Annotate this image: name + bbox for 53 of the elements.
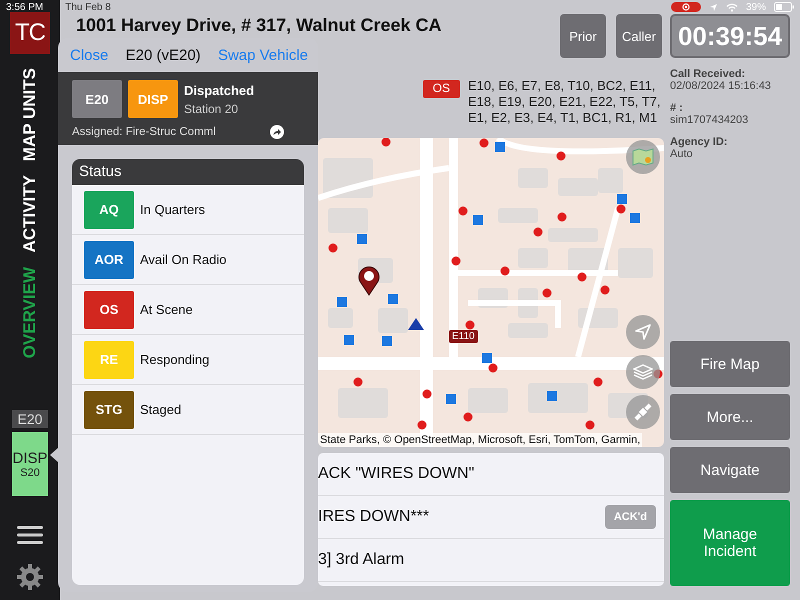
location-pin-icon — [358, 266, 380, 296]
settings-icon[interactable] — [17, 564, 43, 590]
action-button[interactable]: Fire Map — [670, 341, 790, 387]
assignment-text: Assigned: Fire-Struc Comml — [72, 126, 216, 138]
incident-address: 1001 Harvey Drive, # 317, Walnut Creek CA — [76, 15, 443, 35]
sidebar-tab[interactable]: MAP UNITS — [20, 68, 40, 162]
status-option[interactable]: AQ In Quarters — [72, 185, 304, 235]
action-button[interactable]: Manage Incident — [670, 500, 790, 586]
action-button[interactable]: More... — [670, 394, 790, 440]
status-card-title: Status — [72, 159, 304, 185]
status-code-tile: AQ — [84, 190, 134, 228]
status-code-tile: STG — [84, 390, 134, 428]
info-value: 02/08/2024 15:16:43 — [670, 80, 772, 92]
status-tile: DISP — [128, 80, 178, 118]
info-value: sim1707434203 — [670, 114, 750, 126]
status-date: Thu Feb 8 — [65, 2, 111, 12]
location-arrow-icon — [708, 2, 718, 12]
wifi-icon — [726, 2, 738, 12]
battery-icon — [774, 2, 794, 12]
status-option[interactable]: AOR Avail On Radio — [72, 235, 304, 285]
status-time: 3:56 PM — [6, 2, 44, 12]
status-code-tile: AOR — [84, 240, 134, 278]
status-option[interactable]: STG Staged — [72, 385, 304, 435]
unit-status-tile[interactable]: DISP S20 — [12, 432, 48, 496]
map-attribution: State Parks, © OpenStreetMap, Microsoft, Esri, TomTom, Garmin, — [318, 433, 642, 447]
message-text: ACK "WIRES DOWN" — [318, 465, 476, 483]
unit-marker[interactable]: E110 — [449, 330, 478, 343]
recording-indicator-icon — [670, 2, 701, 12]
status-code-tile: OS — [84, 290, 134, 328]
assigned-units-text: E10, E6, E7, E8, T10, BC2, E11, E18, E19, E20, E21, E22, T5, T7, E1, E2, E3, E4, T1, BC1, R1, M1 — [468, 78, 662, 124]
status-option[interactable]: OS At Scene — [72, 285, 304, 335]
status-badge: OS — [422, 80, 460, 98]
header-button[interactable]: Prior — [560, 14, 606, 58]
info-label: Agency ID: — [670, 136, 728, 148]
status-option[interactable]: RE Responding — [72, 335, 304, 385]
sidebar-tab[interactable]: ACTIVITY — [20, 175, 40, 253]
unit-tile: E20 — [72, 80, 122, 118]
popover-title: E20 (vE20) — [126, 46, 201, 64]
station-name: Station 20 — [184, 102, 240, 116]
app-logo: TC — [10, 12, 50, 54]
header-button[interactable]: Caller — [616, 14, 662, 58]
menu-icon[interactable] — [17, 526, 43, 544]
elapsed-timer: 00:39:54 — [670, 14, 790, 58]
message-text: IRES DOWN*** — [318, 508, 430, 526]
status-name: Dispatched — [184, 82, 254, 98]
message-text: 3] 3rd Alarm — [318, 551, 406, 569]
info-label: # : — [670, 102, 684, 114]
status-code-tile: RE — [84, 340, 134, 378]
info-label: Call Received: — [670, 68, 746, 80]
action-button[interactable]: Navigate — [670, 447, 790, 493]
unit-label: E20 — [12, 410, 48, 428]
sidebar-tab[interactable]: OVERVIEW — [20, 266, 40, 358]
info-value: Auto — [670, 148, 694, 160]
